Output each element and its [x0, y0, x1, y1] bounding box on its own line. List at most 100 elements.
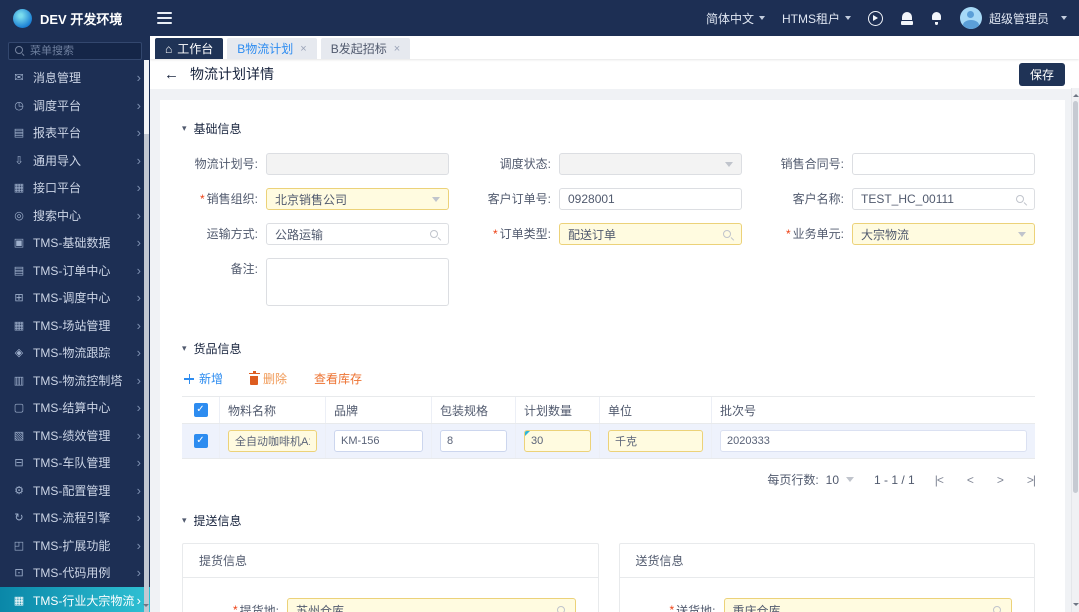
sidebar-item-dispatch-platform[interactable]: ◷ 调度平台 ›: [0, 92, 150, 120]
material-name-cell: [228, 430, 317, 452]
menu-search-input[interactable]: [30, 45, 135, 57]
scroll-up-icon[interactable]: [1073, 91, 1079, 97]
section-goods-info[interactable]: ▾ 货品信息: [182, 340, 1035, 357]
section-shipping-title: 提送信息: [193, 514, 242, 528]
close-icon[interactable]: ×: [300, 43, 306, 55]
unit-cell: [608, 430, 703, 452]
search-icon[interactable]: [556, 605, 567, 612]
pickup-place-input[interactable]: [296, 603, 556, 612]
view-stock-button[interactable]: 查看库存: [314, 370, 362, 387]
tab-logistics-plan[interactable]: B物流计划 ×: [227, 38, 317, 59]
brand-input[interactable]: [341, 435, 416, 447]
delivery-place-input[interactable]: [732, 603, 992, 612]
main-scrollbar-track[interactable]: [1071, 88, 1079, 612]
sidebar-item-tms-control-tower[interactable]: ▥ TMS-物流控制塔 ›: [0, 367, 150, 395]
main-scrollbar-thumb[interactable]: [1073, 101, 1078, 493]
remark-textarea[interactable]: [266, 258, 449, 306]
required-mark: *: [232, 603, 238, 612]
tab-initiate-bidding[interactable]: B发起招标 ×: [320, 38, 411, 59]
plan-no-label: 物流计划号:: [194, 157, 258, 171]
play-circle-icon[interactable]: [867, 10, 883, 26]
sidebar-item-report-platform[interactable]: ▤ 报表平台 ›: [0, 119, 150, 147]
business-unit-select[interactable]: 大宗物流: [852, 223, 1035, 245]
package-spec-input[interactable]: [447, 435, 500, 447]
unit-input[interactable]: [615, 435, 696, 447]
section-basic-info[interactable]: ▾ 基础信息: [182, 120, 1035, 137]
close-icon[interactable]: ×: [394, 43, 400, 55]
chevron-right-icon: ›: [136, 317, 141, 333]
menu-search-box[interactable]: [8, 42, 142, 60]
back-arrow-icon[interactable]: ←: [164, 67, 179, 82]
order-type-label: * 订单类型:: [475, 223, 559, 245]
delivery-panel-title: 送货信息: [619, 544, 1034, 578]
sidebar-item-tms-bulk-logistics[interactable]: ▦ TMS-行业大宗物流 ›: [0, 586, 150, 612]
sidebar-item-tms-base-data[interactable]: ▣ TMS-基础数据 ›: [0, 229, 150, 257]
sidebar-item-tms-fleet[interactable]: ⊟ TMS-车队管理 ›: [0, 449, 150, 477]
chevron-right-icon: ›: [136, 565, 141, 581]
chevron-right-icon: ›: [136, 207, 141, 223]
section-basic-title: 基础信息: [193, 122, 242, 136]
sidebar-scrollbar-track[interactable]: [144, 60, 149, 612]
next-page-button[interactable]: >: [997, 473, 1004, 487]
rows-per-page[interactable]: 每页行数: 10: [767, 471, 855, 488]
sidebar-item-tms-workflow[interactable]: ↻ TMS-流程引擎 ›: [0, 504, 150, 532]
scroll-down-icon[interactable]: [1073, 603, 1079, 609]
chevron-right-icon: ›: [136, 400, 141, 416]
sidebar-item-interface-platform[interactable]: ▦ 接口平台 ›: [0, 174, 150, 202]
user-dropdown[interactable]: 超级管理员: [959, 7, 1067, 29]
add-row-button[interactable]: 新增: [184, 370, 223, 387]
bell-icon[interactable]: [931, 11, 943, 25]
delete-row-button[interactable]: 删除: [248, 370, 287, 387]
sidebar-item-tms-tracking[interactable]: ◈ TMS-物流跟踪 ›: [0, 339, 150, 367]
customer-order-input[interactable]: [568, 192, 733, 206]
collapse-caret-icon: ▾: [182, 123, 187, 133]
save-button[interactable]: 保存: [1018, 62, 1065, 86]
goods-table-row: ✓: [182, 424, 1035, 458]
detail-card: ▾ 基础信息 物流计划号: 调度状态: 销售合同号: * 销售组织: 北京销售公…: [160, 100, 1065, 612]
sidebar-item-tms-settlement[interactable]: ▢ TMS-结算中心 ›: [0, 394, 150, 422]
sales-contract-input[interactable]: [861, 157, 1026, 171]
sidebar-item-tms-code-sample[interactable]: ⊡ TMS-代码用例 ›: [0, 559, 150, 587]
sidebar-item-message[interactable]: ✉ 消息管理 ›: [0, 64, 150, 92]
station-management-icon: ▦: [13, 319, 25, 332]
username: 超级管理员: [988, 11, 1049, 26]
tenant-dropdown[interactable]: HTMS租户: [782, 10, 851, 27]
first-page-button[interactable]: |<: [935, 473, 944, 487]
row-checkbox[interactable]: ✓: [193, 434, 208, 448]
sidebar-item-tms-station[interactable]: ▦ TMS-场站管理 ›: [0, 312, 150, 340]
customer-name-input[interactable]: [861, 192, 1015, 206]
sidebar-item-general-import[interactable]: ⇩ 通用导入 ›: [0, 147, 150, 175]
workflow-engine-icon: ↻: [14, 512, 24, 525]
chevron-right-icon: ›: [136, 235, 141, 251]
menu-collapse-icon[interactable]: [157, 12, 172, 24]
sidebar-item-tms-order-center[interactable]: ▤ TMS-订单中心 ›: [0, 257, 150, 285]
apps-icon[interactable]: [900, 11, 914, 25]
logistics-tracking-icon: ◈: [14, 347, 24, 360]
sidebar-item-tms-extension[interactable]: ◰ TMS-扩展功能 ›: [0, 532, 150, 560]
sidebar-scrollbar-thumb[interactable]: [144, 60, 149, 134]
sidebar-item-tms-dispatch-center[interactable]: ⊞ TMS-调度中心 ›: [0, 284, 150, 312]
field-sales-contract-no: 销售合同号:: [768, 153, 1035, 175]
select-all-checkbox[interactable]: ✓: [193, 403, 208, 417]
sidebar-scroll-down-icon[interactable]: [143, 604, 149, 610]
language-dropdown[interactable]: 简体中文: [706, 10, 765, 27]
tenant-label: HTMS租户: [781, 11, 840, 26]
sidebar-item-tms-performance[interactable]: ▧ TMS-绩效管理 ›: [0, 422, 150, 450]
sales-org-select[interactable]: 北京销售公司: [266, 188, 449, 210]
search-icon[interactable]: [992, 605, 1003, 612]
batch-no-input[interactable]: [727, 435, 1020, 447]
prev-page-button[interactable]: <: [967, 473, 974, 487]
plan-qty-input[interactable]: [531, 435, 584, 447]
search-icon[interactable]: [1015, 194, 1026, 205]
material-name-input[interactable]: [235, 435, 310, 447]
search-icon[interactable]: [722, 229, 733, 240]
sidebar-item-search-center[interactable]: ◎ 搜索中心 ›: [0, 202, 150, 230]
last-page-button[interactable]: >|: [1027, 473, 1036, 487]
sidebar-item-tms-config[interactable]: ⚙ TMS-配置管理 ›: [0, 477, 150, 505]
chevron-down-icon: [758, 16, 765, 20]
page-title: 物流计划详情: [190, 66, 274, 82]
transport-mode-input[interactable]: [275, 227, 429, 241]
section-shipping-info[interactable]: ▾ 提送信息: [182, 512, 1035, 529]
tab-workbench[interactable]: ⌂ 工作台: [155, 38, 224, 59]
search-icon[interactable]: [429, 229, 440, 240]
